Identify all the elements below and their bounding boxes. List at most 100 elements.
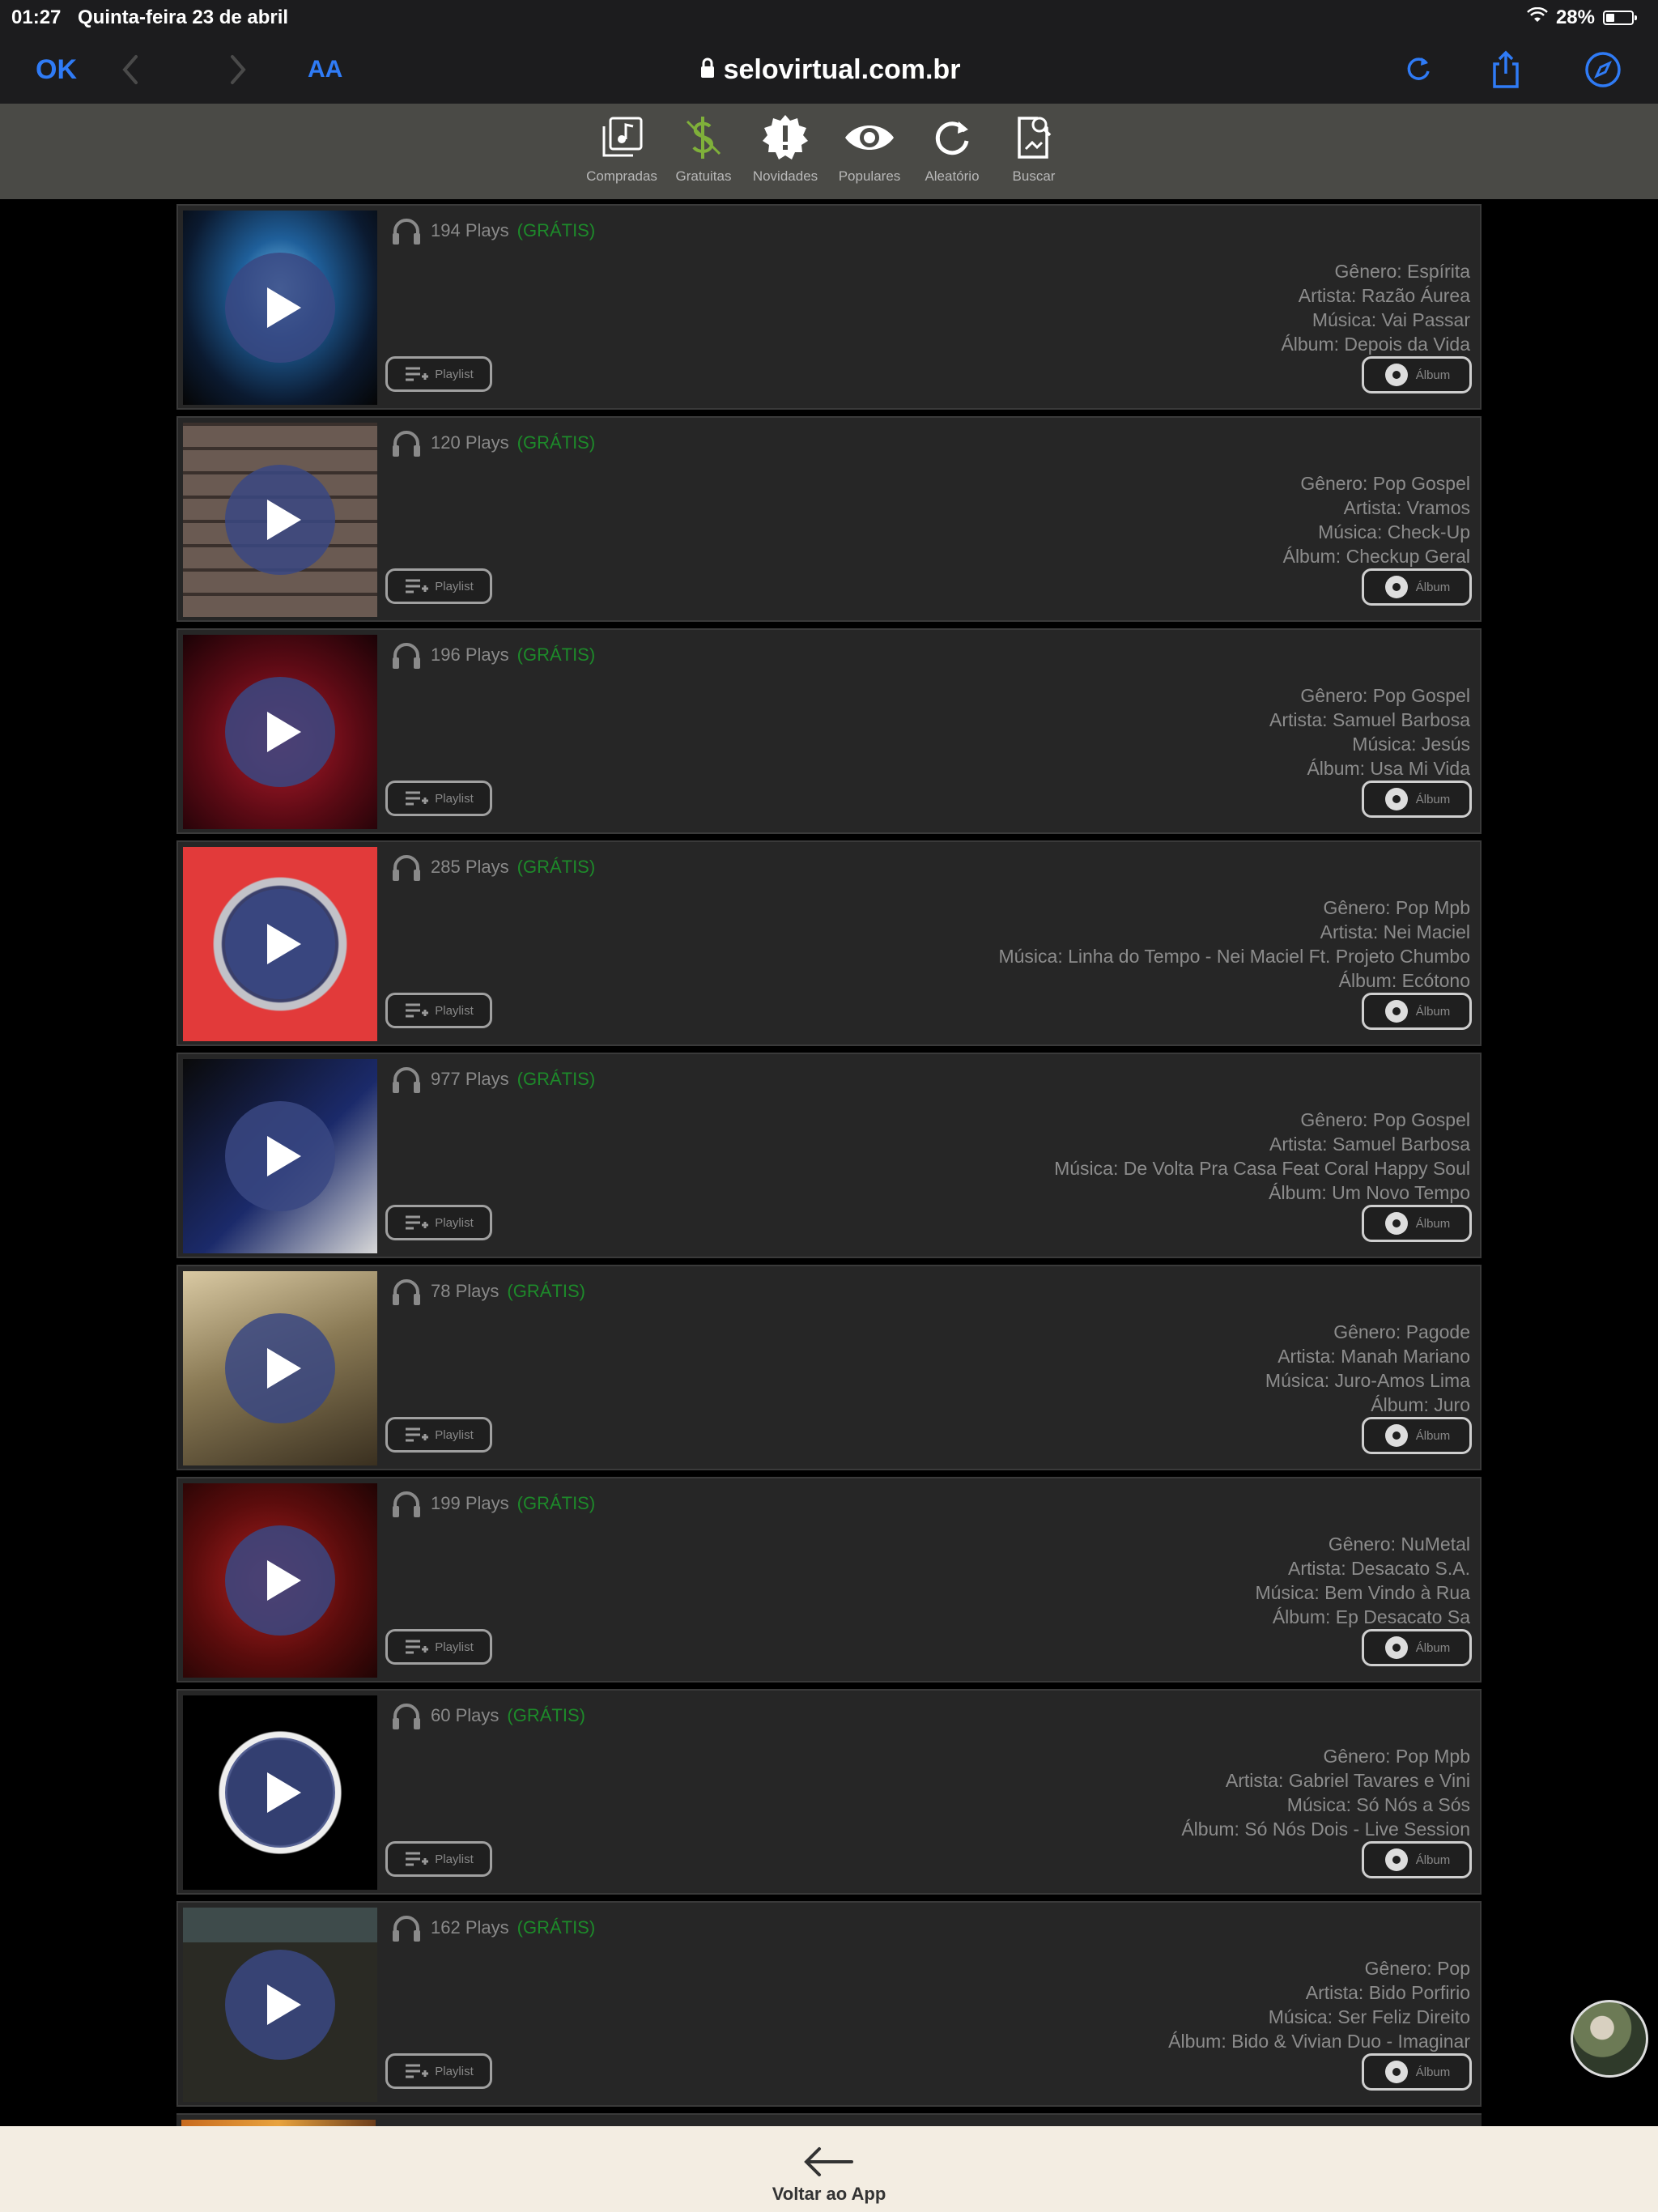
play-button[interactable] <box>225 465 335 575</box>
play-icon <box>267 1984 301 2025</box>
play-icon <box>267 712 301 752</box>
list-item: 196 Plays (GRÁTIS) Gênero: Pop Gospel Ar… <box>176 628 1482 834</box>
album-cover[interactable] <box>183 211 377 405</box>
album-text: Álbum: Bido & Vivian Duo - Imaginar <box>1168 2031 1470 2052</box>
play-icon <box>267 1560 301 1601</box>
play-icon <box>267 287 301 328</box>
track-info: Gênero: NuMetal Artista: Desacato S.A. M… <box>1256 1532 1471 1629</box>
album-cover[interactable] <box>183 1695 377 1890</box>
artist-text: Artista: Samuel Barbosa <box>1269 1134 1470 1155</box>
reload-icon <box>1407 57 1430 80</box>
album-button[interactable]: Álbum <box>1362 1205 1472 1242</box>
plays-row: 60 Plays (GRÁTIS) <box>390 1700 585 1731</box>
toolbar-item-news[interactable]: Novidades <box>741 112 830 185</box>
playlist-label: Playlist <box>435 1852 474 1866</box>
disc-icon <box>1384 1000 1408 1023</box>
list-item: 60 Plays (GRÁTIS) Gênero: Pop Mpb Artist… <box>176 1689 1482 1895</box>
forward-button[interactable] <box>223 47 255 92</box>
new-badge-icon <box>763 115 808 160</box>
bottom-bar[interactable]: Voltar ao App <box>0 2126 1658 2212</box>
free-label: (GRÁTIS) <box>517 1917 596 1938</box>
back-button[interactable] <box>113 47 146 92</box>
play-button[interactable] <box>225 253 335 363</box>
toolbar-item-popular[interactable]: Populares <box>825 112 914 185</box>
play-button[interactable] <box>225 1525 335 1636</box>
toolbar-item-purchased[interactable]: Compradas <box>577 112 666 185</box>
free-label: (GRÁTIS) <box>517 1069 596 1089</box>
toolbar-item-random[interactable]: Aleatório <box>908 112 997 185</box>
headphones-icon <box>393 1279 420 1305</box>
album-cover[interactable] <box>183 1908 377 2102</box>
playlist-add-icon <box>406 1640 429 1654</box>
album-button[interactable]: Álbum <box>1362 1841 1472 1878</box>
headphones-icon <box>393 431 420 457</box>
play-button[interactable] <box>225 889 335 999</box>
disc-icon <box>1384 576 1408 598</box>
album-cover[interactable] <box>183 1483 377 1678</box>
avatar[interactable] <box>1571 2000 1648 2078</box>
play-button[interactable] <box>225 1313 335 1423</box>
eye-icon <box>845 125 894 150</box>
reload-button[interactable] <box>1401 47 1436 92</box>
done-button[interactable]: OK <box>36 47 77 92</box>
album-button[interactable]: Álbum <box>1362 1417 1472 1454</box>
album-cover[interactable] <box>183 847 377 1041</box>
genre-text: Gênero: Pop Mpb <box>1323 1746 1470 1767</box>
chevron-left-icon <box>122 55 138 84</box>
free-label: (GRÁTIS) <box>507 1281 585 1301</box>
list-item: 120 Plays (GRÁTIS) Gênero: Pop Gospel Ar… <box>176 416 1482 622</box>
disc-icon <box>1384 1636 1408 1659</box>
status-bar: 01:27 Quinta-feira 23 de abril 28% <box>0 0 1658 36</box>
url-text: selovirtual.com.br <box>723 53 961 85</box>
list-item: 285 Plays (GRÁTIS) Gênero: Pop Mpb Artis… <box>176 840 1482 1046</box>
toolbar-item-search[interactable]: Buscar <box>989 112 1078 185</box>
album-button[interactable]: Álbum <box>1362 1629 1472 1666</box>
plays-count: 120 Plays <box>431 432 509 453</box>
add-to-playlist-button[interactable]: Playlist <box>385 568 492 604</box>
add-to-playlist-button[interactable]: Playlist <box>385 781 492 816</box>
add-to-playlist-button[interactable]: Playlist <box>385 993 492 1028</box>
album-cover[interactable] <box>183 1059 377 1253</box>
add-to-playlist-button[interactable]: Playlist <box>385 1841 492 1877</box>
play-button[interactable] <box>225 1950 335 2060</box>
song-text: Música: Juro-Amos Lima <box>1265 1370 1470 1391</box>
text-size-button[interactable]: AA <box>308 47 342 92</box>
album-button[interactable]: Álbum <box>1362 568 1472 606</box>
add-to-playlist-button[interactable]: Playlist <box>385 1205 492 1240</box>
artist-text: Artista: Bido Porfirio <box>1305 1982 1470 2003</box>
chevron-right-icon <box>231 55 246 84</box>
album-button[interactable]: Álbum <box>1362 993 1472 1030</box>
add-to-playlist-button[interactable]: Playlist <box>385 2053 492 2089</box>
track-info: Gênero: Espírita Artista: Razão Áurea Mú… <box>1281 259 1470 356</box>
album-cover[interactable] <box>183 635 377 829</box>
plays-row: 977 Plays (GRÁTIS) <box>390 1064 595 1095</box>
play-button[interactable] <box>225 1101 335 1211</box>
compass-button[interactable] <box>1583 47 1623 92</box>
play-icon <box>267 1772 301 1813</box>
add-to-playlist-button[interactable]: Playlist <box>385 1417 492 1453</box>
album-cover[interactable] <box>183 1271 377 1465</box>
add-to-playlist-button[interactable]: Playlist <box>385 356 492 392</box>
toolbar-label: Populares <box>838 168 901 184</box>
artist-text: Artista: Gabriel Tavares e Vini <box>1225 1770 1470 1791</box>
album-text: Álbum: Checkup Geral <box>1282 546 1470 567</box>
playlist-add-icon <box>406 2064 429 2078</box>
toolbar-item-free[interactable]: Gratuitas <box>659 112 748 185</box>
album-button[interactable]: Álbum <box>1362 356 1472 393</box>
track-info: Gênero: Pagode Artista: Manah Mariano Mú… <box>1265 1320 1470 1417</box>
album-button[interactable]: Álbum <box>1362 781 1472 818</box>
share-button[interactable] <box>1488 47 1524 92</box>
address-bar[interactable]: selovirtual.com.br <box>688 47 971 92</box>
add-to-playlist-button[interactable]: Playlist <box>385 1629 492 1665</box>
battery-icon <box>1603 11 1637 25</box>
song-text: Música: Check-Up <box>1318 521 1470 542</box>
album-cover[interactable] <box>183 423 377 617</box>
play-button[interactable] <box>225 677 335 787</box>
disc-icon <box>1384 1424 1408 1447</box>
plays-count: 162 Plays <box>431 1917 509 1938</box>
album-label: Álbum <box>1415 2065 1451 2079</box>
play-button[interactable] <box>225 1738 335 1848</box>
album-button[interactable]: Álbum <box>1362 2053 1472 2091</box>
track-info: Gênero: Pop Mpb Artista: Nei Maciel Músi… <box>998 895 1470 993</box>
playlist-add-icon <box>406 1852 429 1866</box>
